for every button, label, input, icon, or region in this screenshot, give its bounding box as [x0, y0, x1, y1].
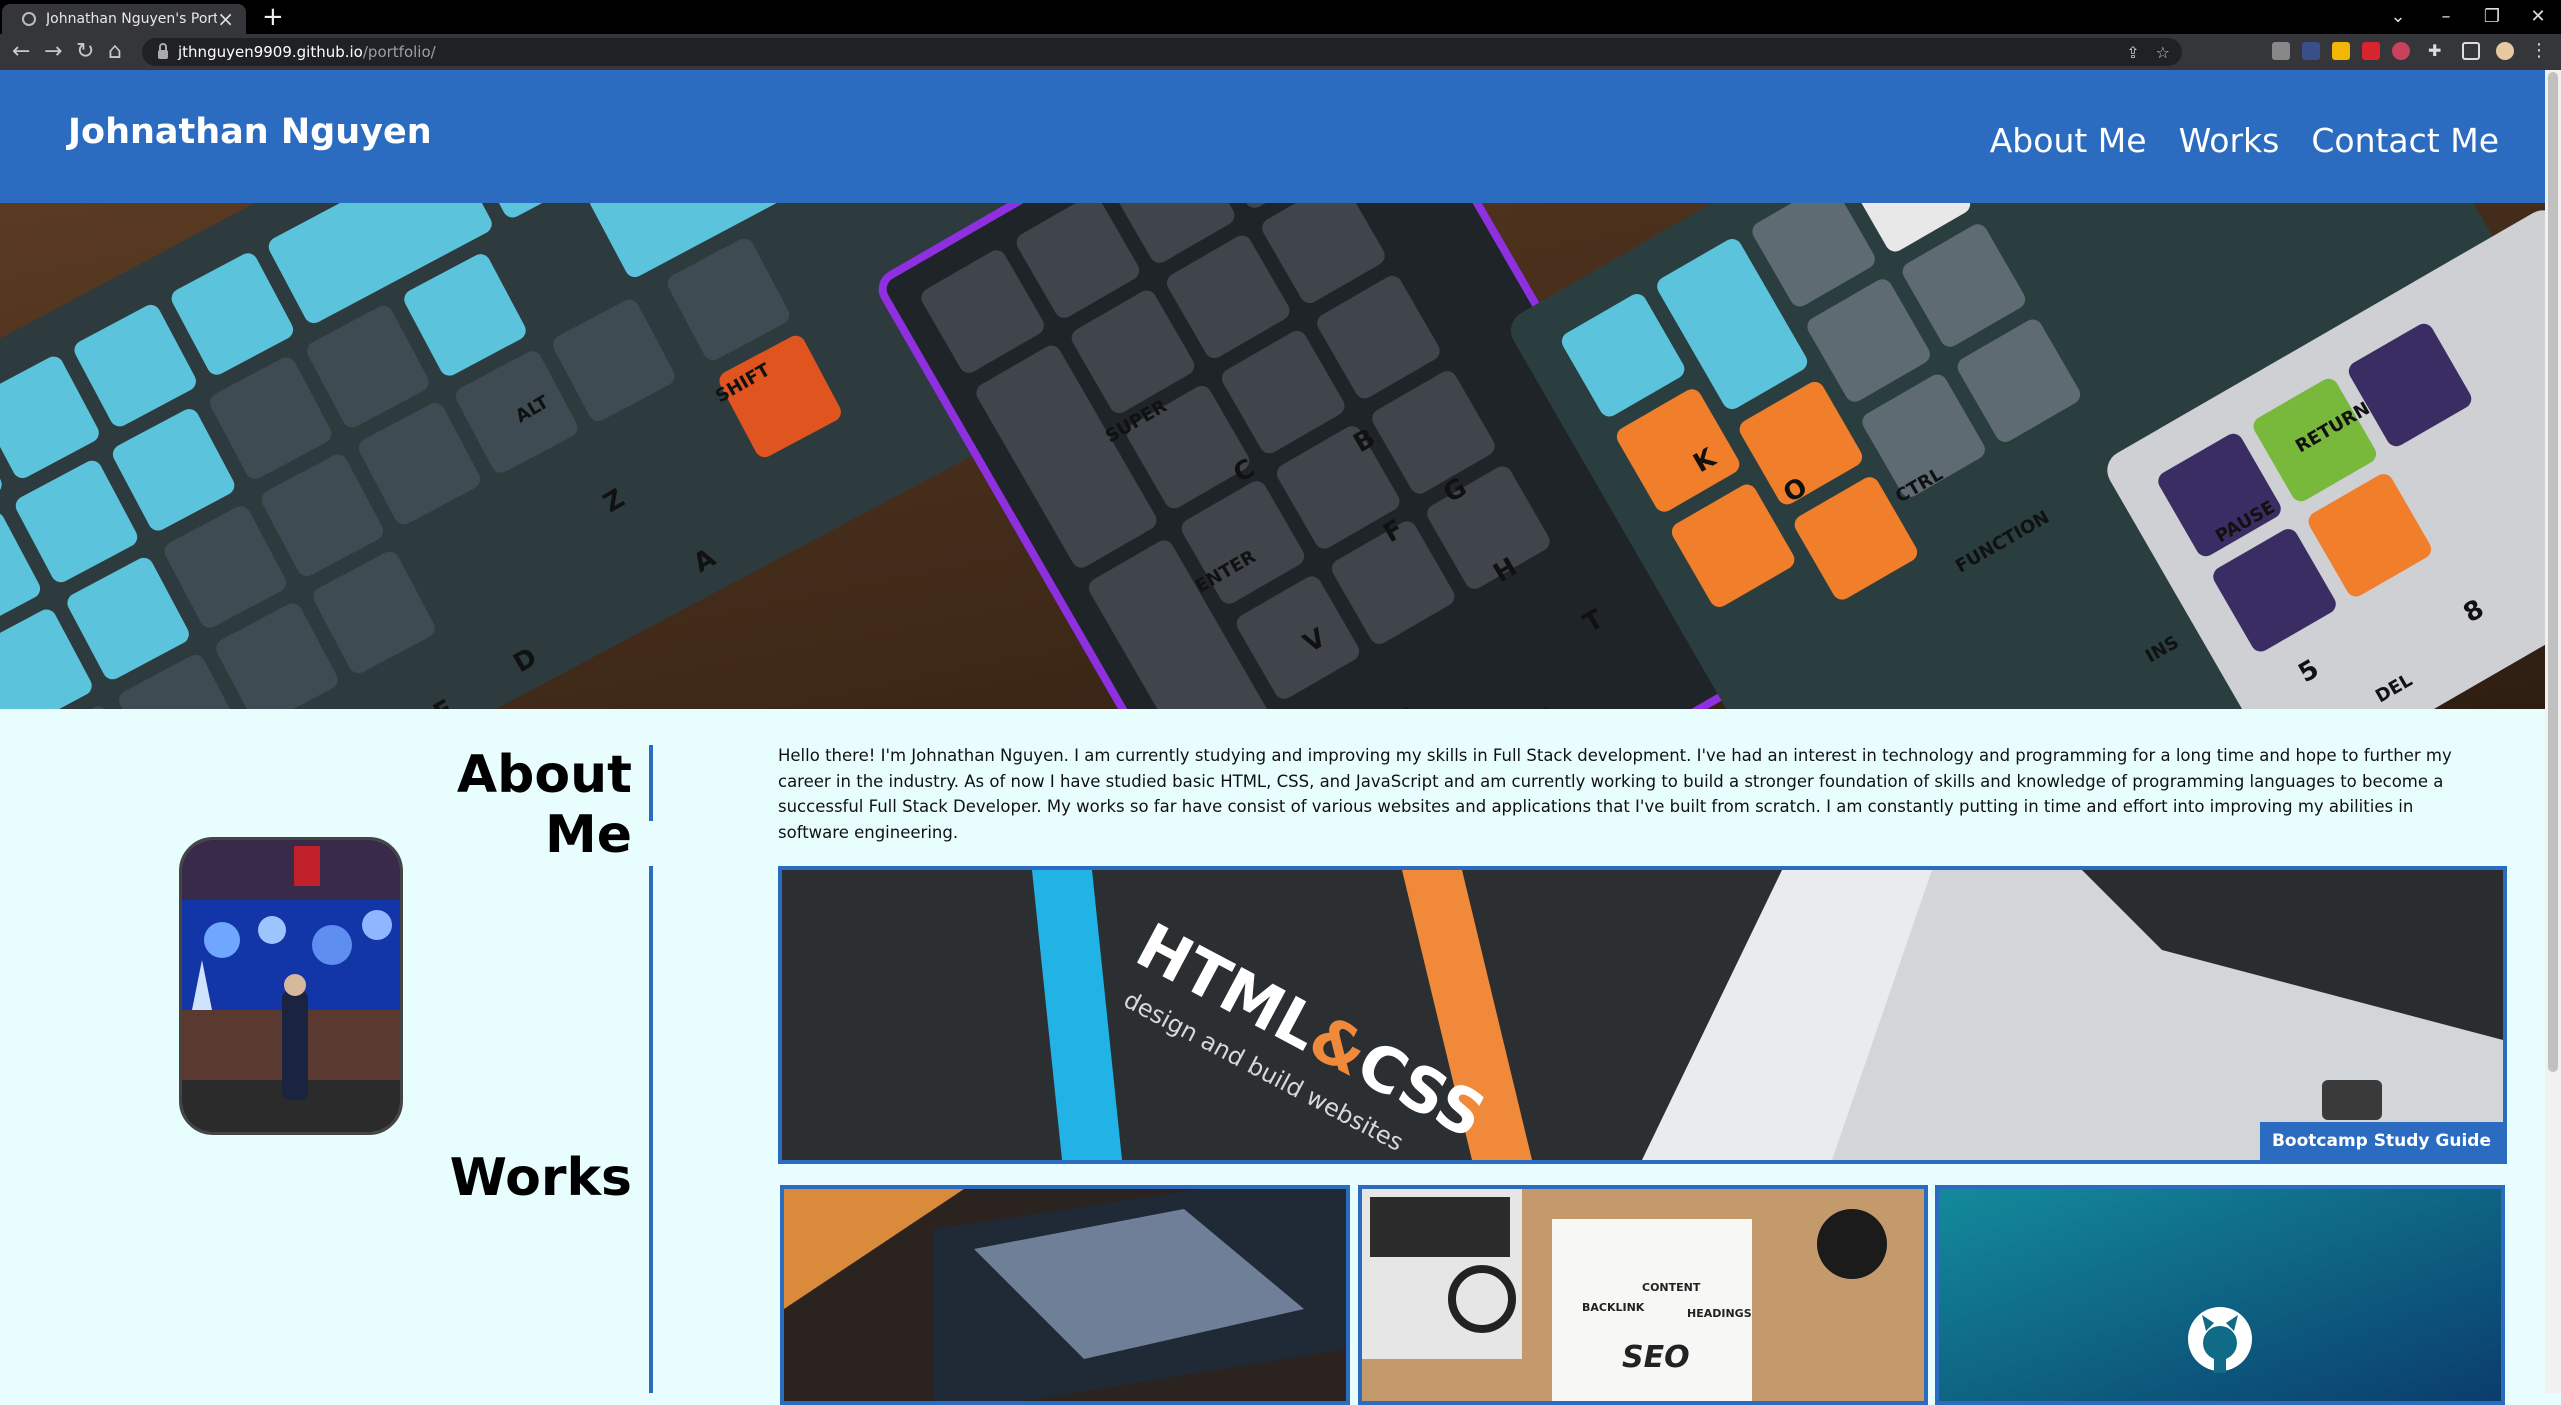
profile-avatar[interactable]: [2496, 42, 2514, 60]
new-tab-button[interactable]: +: [262, 2, 284, 32]
close-window-icon[interactable]: ✕: [2516, 0, 2560, 34]
extension-icon[interactable]: [2362, 42, 2380, 60]
site-header: Johnathan Nguyen About Me Works Contact …: [0, 70, 2545, 203]
svg-text:BACKLINK: BACKLINK: [1582, 1301, 1645, 1314]
globe-icon: [22, 12, 36, 26]
work-card-github[interactable]: [1935, 1185, 2505, 1405]
nav-works[interactable]: Works: [2179, 121, 2280, 160]
extension-icon[interactable]: [2332, 42, 2350, 60]
tab-title: Johnathan Nguyen's Portfolio: [46, 11, 218, 27]
about-divider: [649, 745, 653, 821]
url-path: /portfolio/: [362, 43, 436, 61]
scrollbar-thumb[interactable]: [2548, 72, 2558, 1072]
forward-icon[interactable]: →: [44, 37, 62, 67]
seo-notebook-photo: CONTENT BACKLINK HEADINGS SEO: [1362, 1189, 1924, 1401]
url-host: jthnguyen9909.github.io: [178, 43, 363, 61]
nav-about-me[interactable]: About Me: [1990, 121, 2147, 160]
work-card-laptop[interactable]: [780, 1185, 1350, 1405]
avatar: [179, 837, 403, 1135]
share-icon[interactable]: ⇪: [2126, 43, 2139, 62]
keyboards-photo: SHIFTALTZADFGNOSUPERENTERCVBFGHTYUINJMKO…: [0, 203, 2545, 709]
html-css-book-photo: HTML&CSS design and build websites: [782, 870, 2503, 1160]
star-icon[interactable]: ☆: [2156, 43, 2170, 62]
about-heading: About Me: [456, 745, 632, 865]
extension-icon[interactable]: [2392, 42, 2410, 60]
about-bio: Hello there! I'm Johnathan Nguyen. I am …: [778, 746, 2452, 842]
works-heading: Works: [449, 1148, 632, 1208]
svg-text:CONTENT: CONTENT: [1642, 1281, 1701, 1294]
home-icon[interactable]: ⌂: [108, 37, 122, 67]
menu-icon[interactable]: ⋮: [2530, 42, 2548, 60]
github-thumbnail: [1939, 1189, 2501, 1401]
main-nav: About Me Works Contact Me: [1990, 121, 2499, 160]
sidepanel-icon[interactable]: [2462, 42, 2480, 60]
site-title: Johnathan Nguyen: [68, 112, 432, 152]
puzzle-icon[interactable]: ✚: [2428, 42, 2446, 60]
work-label-study-guide[interactable]: Bootcamp Study Guide: [2259, 1122, 2503, 1160]
back-icon[interactable]: ←: [12, 37, 30, 67]
work-card-featured[interactable]: HTML&CSS design and build websites Bootc…: [778, 866, 2507, 1164]
browser-toolbar: ← → ↻ ⌂ jthnguyen9909.github.io /portfol…: [0, 34, 2561, 70]
close-icon[interactable]: ×: [217, 9, 234, 29]
chevron-down-icon[interactable]: ⌄: [2376, 0, 2420, 34]
reload-icon[interactable]: ↻: [76, 37, 94, 67]
page-scrollbar[interactable]: [2545, 70, 2561, 1393]
work-card-seo[interactable]: CONTENT BACKLINK HEADINGS SEO: [1358, 1185, 1928, 1405]
profile-photo: [182, 840, 400, 1132]
extension-icon[interactable]: [2272, 42, 2290, 60]
browser-tab[interactable]: Johnathan Nguyen's Portfolio ×: [2, 4, 246, 34]
nav-contact-me[interactable]: Contact Me: [2311, 121, 2499, 160]
works-divider: [649, 866, 653, 1393]
lock-icon[interactable]: [158, 42, 168, 59]
browser-tab-strip: Johnathan Nguyen's Portfolio × + ⌄ – ❐ ✕: [0, 0, 2561, 34]
svg-text:SEO: SEO: [1622, 1340, 1690, 1375]
hero-image: SHIFTALTZADFGNOSUPERENTERCVBFGHTYUINJMKO…: [0, 203, 2545, 709]
svg-text:HEADINGS: HEADINGS: [1687, 1307, 1752, 1320]
extension-icon[interactable]: [2302, 42, 2320, 60]
restore-icon[interactable]: ❐: [2470, 0, 2514, 34]
tablet-photo: [784, 1189, 1346, 1401]
address-bar[interactable]: jthnguyen9909.github.io /portfolio/ ⇪ ☆: [142, 38, 2182, 66]
minimize-icon[interactable]: –: [2424, 0, 2468, 34]
